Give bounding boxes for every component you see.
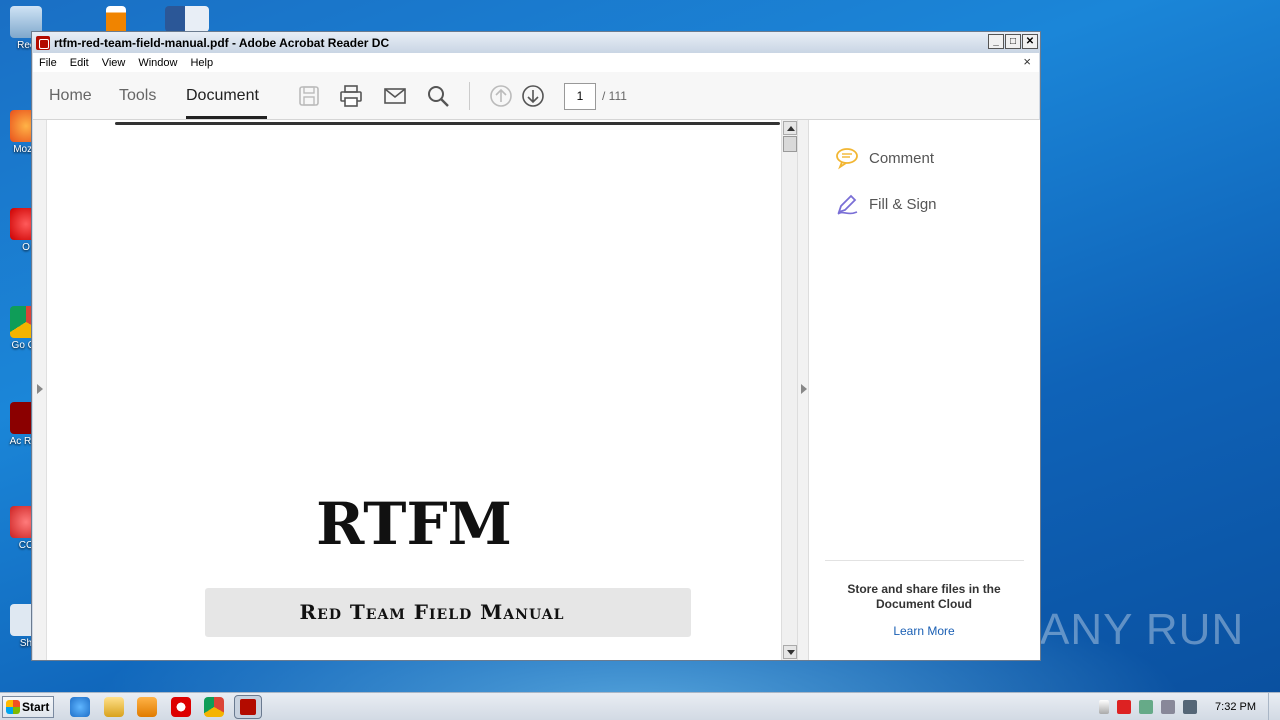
acrobat-window: rtfm-red-team-field-manual.pdf - Adobe A…	[31, 31, 1041, 661]
taskbar: Start 7:32 PM	[0, 692, 1280, 720]
page-total: / 111	[602, 89, 627, 103]
scrollbar-thumb[interactable]	[783, 136, 797, 152]
right-tools-pane: Comment Fill & Sign Store and share file…	[809, 120, 1040, 660]
tab-home[interactable]: Home	[49, 87, 92, 105]
word-icon	[165, 6, 209, 32]
page-up-icon[interactable]	[489, 84, 513, 108]
tab-document[interactable]: Document	[186, 87, 259, 105]
acrobat-taskbar-button[interactable]	[234, 695, 262, 719]
title-bar[interactable]: rtfm-red-team-field-manual.pdf - Adobe A…	[32, 32, 1040, 53]
clock[interactable]: 7:32 PM	[1215, 701, 1256, 713]
print-icon[interactable]	[339, 84, 363, 108]
expand-left-pane-icon[interactable]	[37, 384, 43, 394]
network-icon[interactable]	[1139, 700, 1154, 714]
start-button[interactable]: Start	[2, 696, 54, 718]
acrobat-taskbar-icon	[240, 699, 256, 715]
left-pane-toggle[interactable]	[33, 120, 47, 660]
document-subtitle: Red Team Field Manual	[299, 600, 565, 624]
tool-comment-label: Comment	[869, 149, 935, 167]
toolbar-separator	[469, 82, 470, 110]
menu-file[interactable]: File	[39, 57, 57, 69]
tab-tools[interactable]: Tools	[119, 87, 156, 105]
search-icon[interactable]	[426, 84, 450, 108]
action-center-icon[interactable]	[1117, 700, 1132, 714]
windows-logo-icon	[6, 700, 20, 714]
active-tab-indicator	[186, 116, 267, 119]
opera-taskbar-icon[interactable]	[171, 697, 191, 717]
system-tray: 7:32 PM	[1099, 693, 1280, 720]
collapse-right-pane-icon[interactable]	[801, 384, 807, 394]
window-title: rtfm-red-team-field-manual.pdf - Adobe A…	[54, 35, 390, 50]
menu-bar: File Edit View Window Help ×	[33, 53, 1039, 72]
document-cloud-promo: Store and share files in the Document Cl…	[847, 582, 1001, 611]
menu-window[interactable]: Window	[138, 57, 177, 69]
internet-explorer-icon[interactable]	[70, 697, 90, 717]
right-pane-separator	[825, 560, 1024, 561]
volume-icon[interactable]	[1161, 700, 1176, 714]
start-label: Start	[22, 700, 50, 714]
media-player-icon[interactable]	[137, 697, 157, 717]
close-document-button[interactable]: ×	[1023, 54, 1031, 69]
tool-comment[interactable]: Comment	[835, 146, 934, 170]
document-viewer: RTFM Red Team Field Manual	[33, 120, 797, 660]
acrobat-app-icon	[36, 35, 50, 50]
right-pane-toggle[interactable]	[797, 120, 809, 660]
close-button[interactable]: ✕	[1022, 34, 1038, 49]
email-icon[interactable]	[383, 84, 407, 108]
menu-edit[interactable]: Edit	[70, 57, 89, 69]
tool-fill-sign-label: Fill & Sign	[869, 195, 937, 213]
menu-help[interactable]: Help	[190, 57, 213, 69]
document-title: RTFM	[316, 490, 512, 558]
vertical-scrollbar[interactable]	[781, 120, 797, 660]
comment-icon	[836, 148, 858, 170]
menu-view[interactable]: View	[102, 57, 126, 69]
scroll-up-button[interactable]	[783, 121, 797, 135]
show-desktop-button[interactable]	[1268, 693, 1280, 720]
pdf-page[interactable]: RTFM Red Team Field Manual	[47, 120, 781, 660]
maximize-button[interactable]: □	[1005, 34, 1021, 49]
window-controls: _ □ ✕	[988, 34, 1038, 49]
desktop-icon-label: O	[22, 242, 30, 253]
display-icon[interactable]	[1183, 700, 1198, 714]
tool-fill-sign[interactable]: Fill & Sign	[835, 192, 937, 216]
desktop-icon-word[interactable]	[164, 6, 210, 34]
show-hidden-icons-icon[interactable]	[1099, 700, 1110, 714]
page-number-input[interactable]: 1	[564, 83, 596, 110]
scan-edge	[115, 122, 780, 125]
learn-more-link[interactable]: Learn More	[829, 624, 1019, 638]
fill-sign-icon	[837, 194, 858, 215]
chrome-taskbar-icon[interactable]	[204, 697, 224, 717]
explorer-icon[interactable]	[104, 697, 124, 717]
toolbar: Home Tools Document 1 / 111	[33, 72, 1039, 120]
save-icon[interactable]	[297, 84, 321, 108]
scroll-down-button[interactable]	[783, 645, 797, 659]
minimize-button[interactable]: _	[988, 34, 1004, 49]
page-down-icon[interactable]	[521, 84, 545, 108]
anyrun-watermark: ANY RUN	[1040, 605, 1245, 654]
